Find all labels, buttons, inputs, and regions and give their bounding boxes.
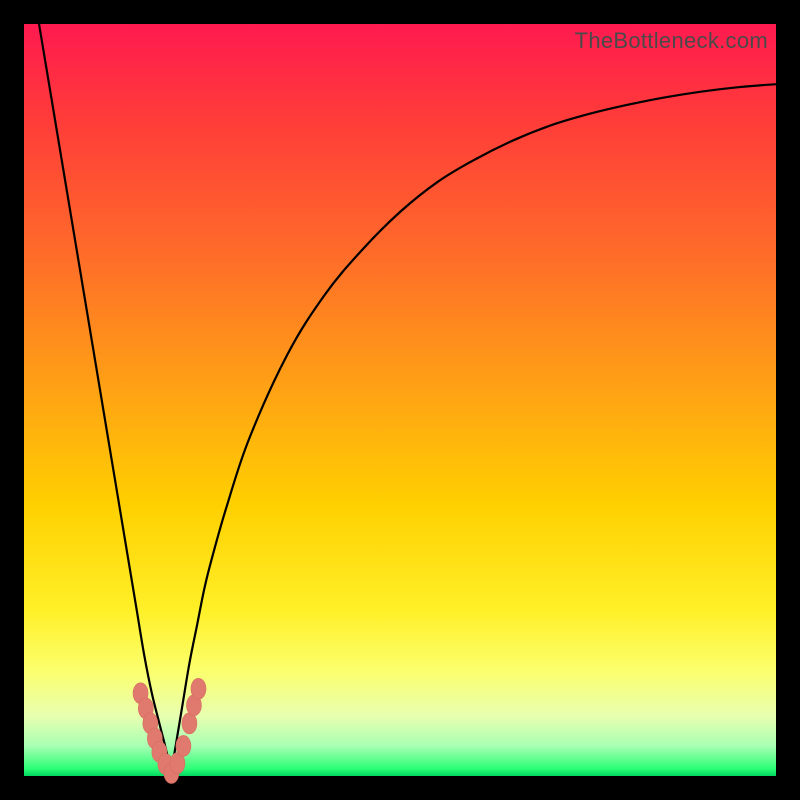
data-marker: [176, 735, 191, 756]
curve-layer: [24, 24, 776, 776]
plot-area: TheBottleneck.com: [24, 24, 776, 776]
data-marker: [191, 678, 206, 699]
bottleneck-curve: [39, 24, 776, 779]
chart-frame: TheBottleneck.com: [0, 0, 800, 800]
